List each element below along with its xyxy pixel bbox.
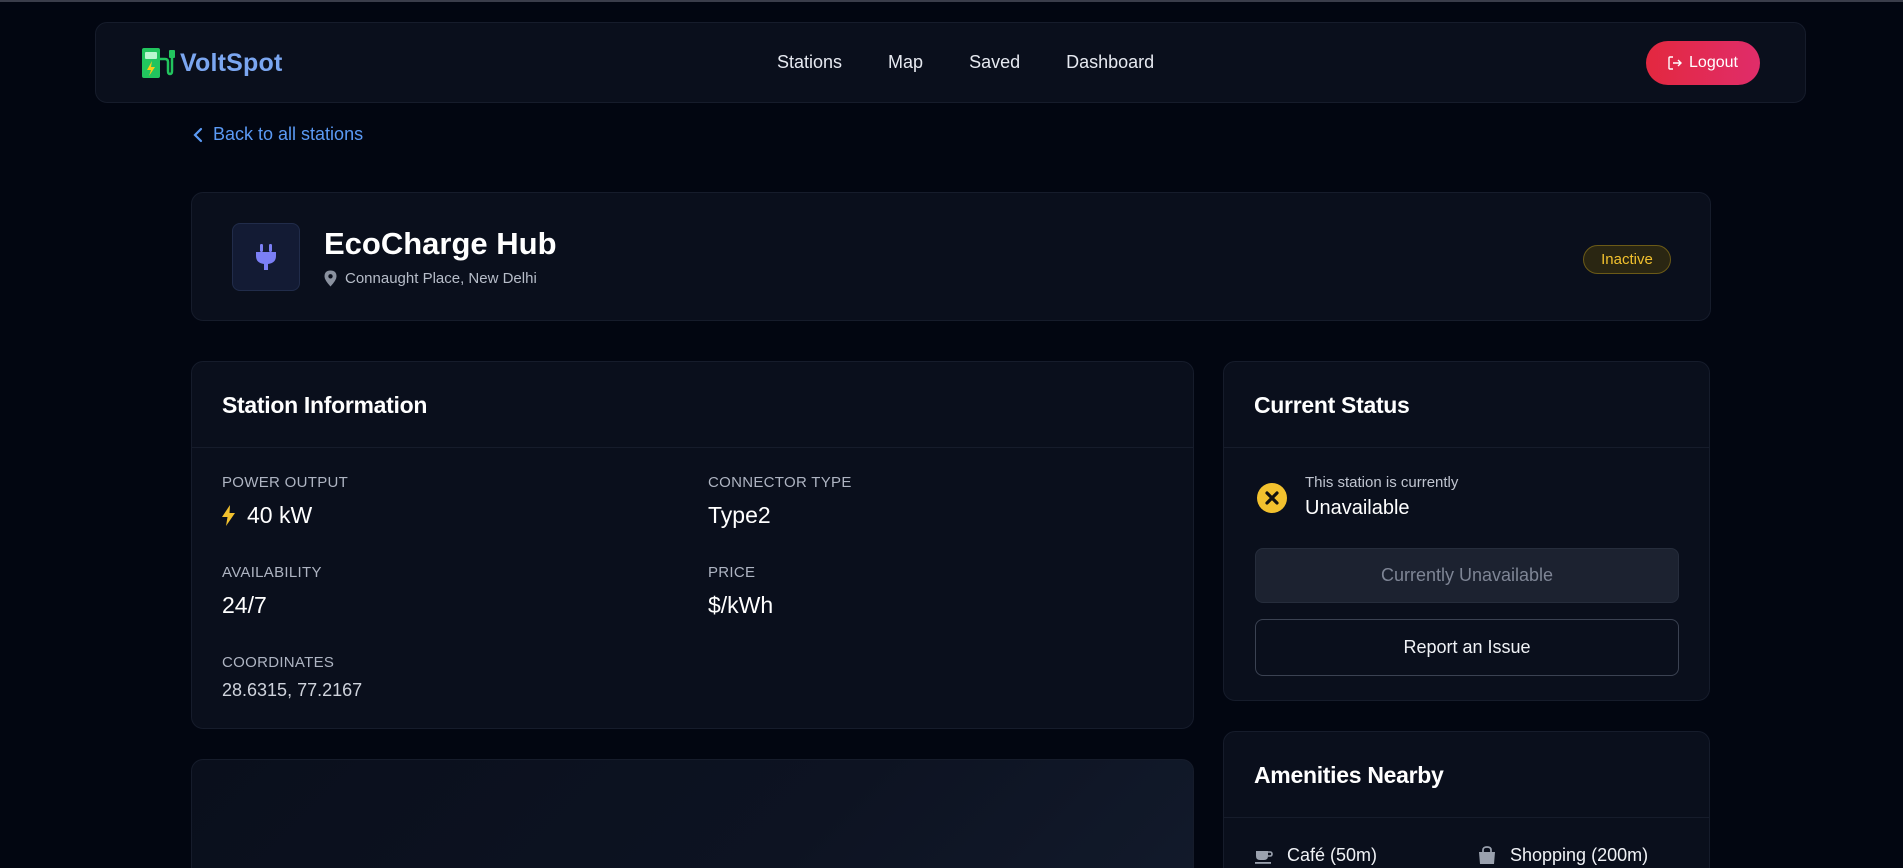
divider: [1224, 447, 1709, 448]
lightning-icon: [222, 505, 235, 526]
availability-value: 24/7: [222, 592, 267, 618]
divider: [1224, 817, 1709, 818]
plug-icon-box: [232, 223, 300, 291]
connector-type-label: CONNECTOR TYPE: [708, 474, 852, 491]
logout-label: Logout: [1689, 54, 1738, 71]
station-location: Connaught Place, New Delhi: [324, 270, 537, 287]
status-badge: Inactive: [1583, 245, 1671, 274]
nav-link-saved[interactable]: Saved: [969, 52, 1020, 73]
logout-button[interactable]: Logout: [1646, 41, 1760, 85]
x-circle-icon: [1257, 483, 1287, 513]
nav-link-stations[interactable]: Stations: [777, 52, 842, 73]
connector-type-value: Type2: [708, 502, 771, 528]
brand-name: VoltSpot: [180, 48, 283, 77]
divider: [192, 447, 1193, 448]
availability-label: AVAILABILITY: [222, 564, 322, 581]
power-output-label: POWER OUTPUT: [222, 474, 349, 491]
plug-icon: [256, 244, 276, 270]
price-value: $/kWh: [708, 592, 774, 618]
amenity-item-cafe: Café (50m): [1255, 845, 1377, 866]
back-link-label: Back to all stations: [213, 124, 364, 144]
station-information-card: Station Information POWER OUTPUT 40 kW C…: [191, 361, 1194, 729]
amenities-card: Amenities Nearby Café (50m) Shopping (20…: [1223, 731, 1710, 868]
location-text: Connaught Place, New Delhi: [345, 270, 537, 287]
logout-icon: [1668, 56, 1683, 70]
brand-logo[interactable]: VoltSpot: [140, 45, 283, 81]
amenity-item-shopping: Shopping (200m): [1478, 845, 1648, 866]
amenity-label: Shopping (200m): [1510, 845, 1649, 865]
nav-link-map[interactable]: Map: [888, 52, 923, 73]
shopping-bag-icon: [1479, 846, 1495, 864]
back-to-stations-link[interactable]: Back to all stations: [193, 124, 363, 145]
nav-link-dashboard[interactable]: Dashboard: [1066, 52, 1154, 73]
chevron-left-icon: [193, 127, 203, 142]
power-output-value: 40 kW: [222, 502, 312, 529]
coordinates-label: COORDINATES: [222, 654, 335, 671]
power-output-text: 40 kW: [247, 502, 313, 528]
nav-links: Stations Map Saved Dashboard: [777, 52, 1154, 73]
station-name: EcoCharge Hub: [324, 226, 557, 261]
map-card: [191, 759, 1194, 868]
window-top-border: [0, 0, 1903, 2]
currently-unavailable-button[interactable]: Currently Unavailable: [1255, 548, 1679, 603]
coordinates-value: 28.6315, 77.2167: [222, 680, 363, 700]
station-information-title: Station Information: [222, 392, 428, 418]
map-pin-icon: [324, 270, 337, 287]
status-subtitle: This station is currently: [1305, 474, 1459, 491]
current-status-card: Current Status This station is currently…: [1223, 361, 1710, 701]
ev-charger-icon: [142, 48, 175, 78]
station-header-card: EcoCharge Hub Connaught Place, New Delhi…: [191, 192, 1711, 321]
amenity-label: Café (50m): [1287, 845, 1378, 865]
status-state: Unavailable: [1305, 497, 1410, 519]
navbar: VoltSpot Stations Map Saved Dashboard Lo…: [95, 22, 1806, 103]
coffee-icon: [1255, 850, 1273, 864]
current-status-title: Current Status: [1254, 392, 1410, 418]
price-label: PRICE: [708, 564, 756, 581]
report-issue-button[interactable]: Report an Issue: [1255, 619, 1679, 676]
amenities-title: Amenities Nearby: [1254, 762, 1444, 788]
